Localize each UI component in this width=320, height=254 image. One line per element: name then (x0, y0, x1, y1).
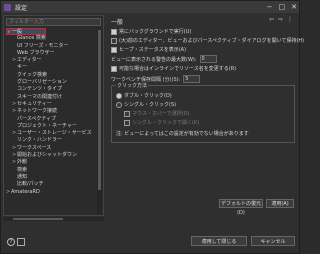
scroll-thumb[interactable] (98, 30, 101, 190)
apply-and-close-button[interactable]: 適用して閉じる (191, 236, 247, 246)
tree-item[interactable]: リンク・ハンドラー (6, 137, 94, 144)
maximize-icon[interactable]: □ (279, 3, 286, 11)
forward-arrow-icon[interactable]: ⇨ (278, 16, 283, 23)
option-run-in-background[interactable]: 常にバックグラウンドで実行(U) (111, 28, 191, 35)
tree-item[interactable]: キー (6, 64, 94, 71)
cancel-button[interactable]: キャンセル (251, 236, 295, 246)
tree-item-label: セキュリティー (17, 100, 52, 107)
option-open-on-single-click: シングル・クリックで開く(K) (124, 119, 199, 126)
tree-item[interactable]: >ネットワーク接続 (6, 108, 94, 115)
restore-defaults-button[interactable]: デフォルトの復元(D) (219, 199, 263, 216)
tree-item-label: プロジェクト・ネーチャー (17, 122, 77, 129)
tree-item-label: Glance 検索 (17, 35, 46, 42)
preference-tree-panel: フィルター入力 ∨一般 Glance 検索 UI フリーズ・モニター Web ブラウザ… (3, 15, 104, 216)
preferences-window: 設定 − □ ✕ フィルター入力 ∨一般 Glance 検索 UI フリーズ・モニタ… (0, 0, 304, 254)
radio-button[interactable] (116, 101, 122, 108)
option-select-on-hover: マウス・ホバーで選択(O) (124, 110, 190, 117)
option-keep-dialog-open[interactable]: (大)前のエディター、ビューおよびパースペクティブ・ダイアログを開いて保持(H) (111, 37, 304, 44)
checkbox (124, 110, 130, 117)
tree-item[interactable]: Glance 検索 (6, 35, 94, 42)
tree-item-label: ワークスペース (17, 144, 52, 151)
tree-horizontal-scrollbar[interactable] (3, 217, 104, 221)
option-show-heap-status[interactable]: ヒープ・ステータスを表示(A) (111, 46, 186, 53)
tree-item-label: 検索 (17, 166, 28, 173)
tree-item-label: ユーザー・ストレージ・サービス (17, 130, 92, 137)
tree-item-label: 通知 (17, 173, 28, 180)
help-icon[interactable]: ? (7, 238, 15, 246)
checkbox[interactable] (111, 46, 117, 53)
eclipse-app-icon (4, 3, 11, 11)
radio-single-click[interactable]: シングル・クリック(S) (116, 101, 176, 108)
preference-tree: ∨一般 Glance 検索 UI フリーズ・モニター Web ブラウザー >エディターキ… (6, 28, 94, 196)
checkbox[interactable] (111, 37, 117, 44)
checkbox[interactable] (111, 28, 117, 35)
tree-item[interactable]: 検索 (6, 167, 94, 174)
tree-item-label: コンテンツ・タイプ (17, 86, 63, 93)
import-export-icon[interactable] (17, 238, 25, 246)
tree-item[interactable]: クイック検索 (6, 72, 94, 79)
tree-item[interactable]: UI フリーズ・モニター (6, 43, 94, 50)
option-max-warnings: ビューに表示される警告の最大数(W): 0 (111, 55, 217, 63)
tree-item-label: スキーマの関連付け (17, 93, 63, 100)
tree-item-label: ネットワーク接続 (17, 108, 58, 115)
tree-item[interactable]: 比較/パッチ (6, 181, 94, 188)
tree-item[interactable]: >エディター (6, 57, 94, 64)
tree-vertical-scrollbar[interactable] (97, 28, 102, 215)
tree-item-label: リンク・ハンドラー (17, 137, 62, 144)
tree-item[interactable]: >AmateraRD (6, 189, 94, 196)
tree-item[interactable]: コンテンツ・タイプ (6, 86, 94, 93)
general-page: 一般 ⇦ ⇨ ⋮ 常にバックグラウンドで実行(U) (大)前のエディター、ビュー… (109, 15, 304, 216)
tree-item[interactable]: パースペクティブ (6, 116, 94, 123)
tree-item-label: Web ブラウザー (17, 49, 55, 56)
tree-item[interactable]: >ワークスペース (6, 145, 94, 152)
click-mode-group: クリック方法 ダブル・クリック(D) シングル・クリック(S) マウス・ホバーで… (111, 82, 295, 143)
save-interval-field[interactable]: 5 (183, 75, 201, 83)
minimize-icon[interactable]: − (267, 3, 273, 11)
apply-button[interactable]: 適用(A) (266, 199, 294, 208)
title-bar: 設定 − □ ✕ (1, 1, 299, 13)
tree-item-label: AmateraRD (11, 188, 40, 195)
click-mode-note: 注: ビューによってはこの設定が有効でない場合があります (116, 131, 249, 137)
filter-input[interactable]: フィルター入力 (6, 18, 101, 26)
option-inline-rename[interactable]: 可能な場合はインラインでリソース名を変更する(R) (111, 65, 236, 72)
tree-item-label: 外観 (17, 159, 28, 166)
radio-button[interactable] (116, 92, 122, 99)
checkbox (124, 119, 130, 126)
radio-double-click[interactable]: ダブル・クリック(D) (116, 92, 172, 99)
tree-item-label: UI フリーズ・モニター (17, 42, 69, 49)
tree-item-label: 開始およびシャットダウン (17, 152, 78, 159)
tree-item-label: グローバリゼーション (17, 79, 67, 86)
window-title: 設定 (15, 4, 28, 12)
tree-item[interactable]: スキーマの関連付け (6, 94, 94, 101)
group-title: クリック方法 (116, 82, 149, 89)
page-title: 一般 (111, 19, 124, 26)
max-warnings-field[interactable]: 0 (199, 55, 217, 63)
scroll-thumb[interactable] (13, 218, 63, 220)
checkbox[interactable] (111, 65, 117, 72)
close-icon[interactable]: ✕ (291, 3, 297, 11)
tree-item-label: パースペクティブ (17, 115, 57, 122)
back-arrow-icon[interactable]: ⇦ (269, 16, 274, 23)
dialog-footer: ? 適用して閉じる キャンセル (1, 231, 299, 253)
tree-item-label: キー (17, 64, 28, 71)
tree-item-label: 比較/パッチ (17, 181, 44, 188)
tree-item-label: クイック検索 (17, 71, 48, 78)
tree-item[interactable]: >ユーザー・ストレージ・サービス (6, 130, 94, 137)
view-menu-icon[interactable]: ⋮ (287, 16, 293, 23)
tree-item-label: エディター (17, 57, 42, 64)
tree-item[interactable]: >外観 (6, 159, 94, 166)
